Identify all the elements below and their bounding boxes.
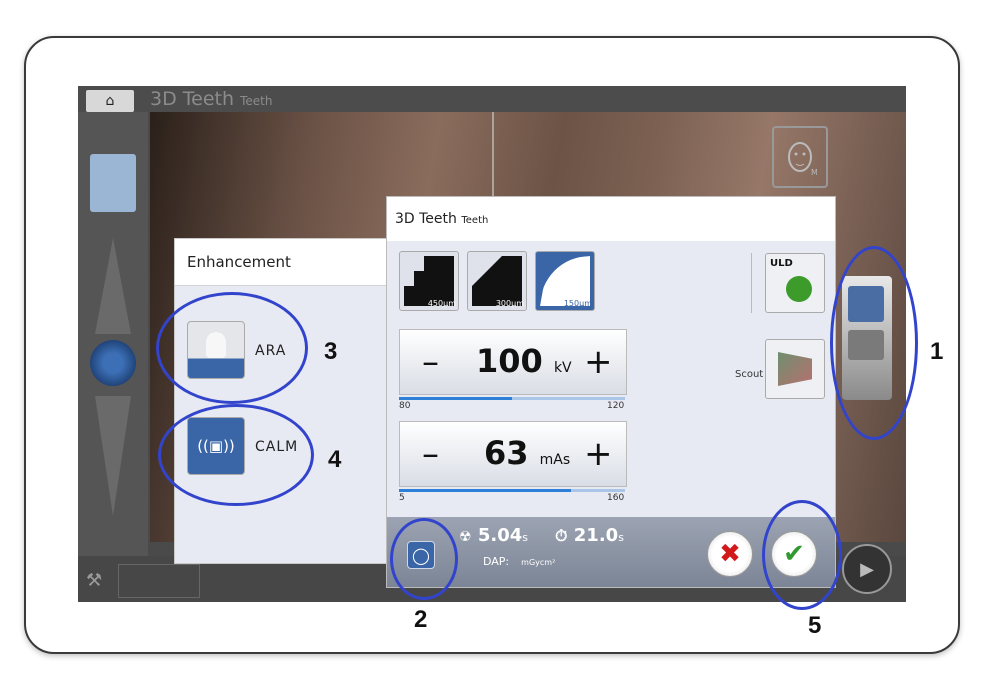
mas-slider-fill <box>399 489 571 492</box>
close-icon: ✖ <box>719 539 741 569</box>
uld-button[interactable]: ULD <box>765 253 825 313</box>
annotation-ring-5 <box>762 500 842 610</box>
dialog-divider <box>751 253 752 313</box>
scout-icon <box>778 352 812 386</box>
play-button[interactable]: ▶ <box>842 544 892 594</box>
top-bar: ⌂ 3D Teeth Teeth <box>78 86 906 112</box>
kv-min: 80 <box>399 401 411 411</box>
enhancement-header: Enhancement <box>175 239 391 286</box>
left-panel <box>78 112 148 602</box>
exposure-time: ☢ 5.04s <box>459 525 528 546</box>
height-knob[interactable] <box>90 340 136 386</box>
kv-control: – 100 kV + <box>399 329 627 395</box>
annotation-ring-4 <box>158 404 314 506</box>
svg-text:M: M <box>811 168 817 177</box>
mas-plus-button[interactable]: + <box>584 434 613 474</box>
dap-readout: DAP: mGycm² <box>483 555 556 568</box>
annotation-label-4: 4 <box>328 446 342 473</box>
kv-slider-fill <box>399 397 512 400</box>
scout-label: Scout <box>735 369 764 380</box>
dialog-header: 3D Teeth Teeth <box>387 197 835 241</box>
resolution-150-label: 150µm <box>563 299 592 308</box>
app-title: 3D Teeth Teeth <box>150 88 273 110</box>
mas-max: 160 <box>607 493 625 503</box>
tool-icon[interactable]: ⚒ <box>86 570 108 592</box>
mas-value: 63 mAs <box>484 434 571 472</box>
timer-icon: ⏱ <box>555 526 568 545</box>
kv-plus-button[interactable]: + <box>584 342 613 382</box>
home-icon: ⌂ <box>105 93 115 109</box>
annotation-label-1: 1 <box>930 338 944 365</box>
kv-minus-button[interactable]: – <box>422 342 439 382</box>
resolution-300-label: 300µm <box>495 299 524 308</box>
cancel-button[interactable]: ✖ <box>707 531 753 577</box>
patient-thumbnail[interactable] <box>90 154 136 212</box>
kv-max: 120 <box>607 401 625 411</box>
mas-minus-button[interactable]: – <box>422 434 439 474</box>
radiation-icon: ☢ <box>459 529 472 545</box>
play-icon: ▶ <box>860 558 874 580</box>
mas-control: – 63 mAs + <box>399 421 627 487</box>
annotation-ring-2 <box>390 518 458 600</box>
tool-slot[interactable] <box>118 564 200 598</box>
dialog-title: 3D Teeth Teeth <box>395 211 489 227</box>
resolution-450-label: 450µm <box>427 299 456 308</box>
kv-value: 100 kV <box>476 342 572 380</box>
kv-slider[interactable] <box>399 397 625 400</box>
resolution-450-button[interactable]: 450µm <box>399 251 459 311</box>
uld-label: ULD <box>770 258 793 269</box>
home-button[interactable]: ⌂ <box>86 90 134 112</box>
resolution-300-button[interactable]: 300µm <box>467 251 527 311</box>
total-time: ⏱ 21.0s <box>555 525 624 546</box>
apple-icon <box>786 276 812 302</box>
scout-button[interactable] <box>765 339 825 399</box>
slider-down-icon <box>95 396 131 516</box>
annotation-ring-3 <box>156 292 308 404</box>
slider-up-icon <box>95 238 131 334</box>
face-position-icon[interactable]: M <box>772 126 828 188</box>
annotation-label-2: 2 <box>414 606 428 633</box>
resolution-150-button[interactable]: 150µm <box>535 251 595 311</box>
mas-min: 5 <box>399 493 405 503</box>
annotation-label-3: 3 <box>324 338 338 365</box>
annotation-ring-1 <box>830 246 918 440</box>
mas-slider[interactable] <box>399 489 625 492</box>
enhancement-title: Enhancement <box>187 253 291 271</box>
annotation-label-5: 5 <box>808 612 822 639</box>
